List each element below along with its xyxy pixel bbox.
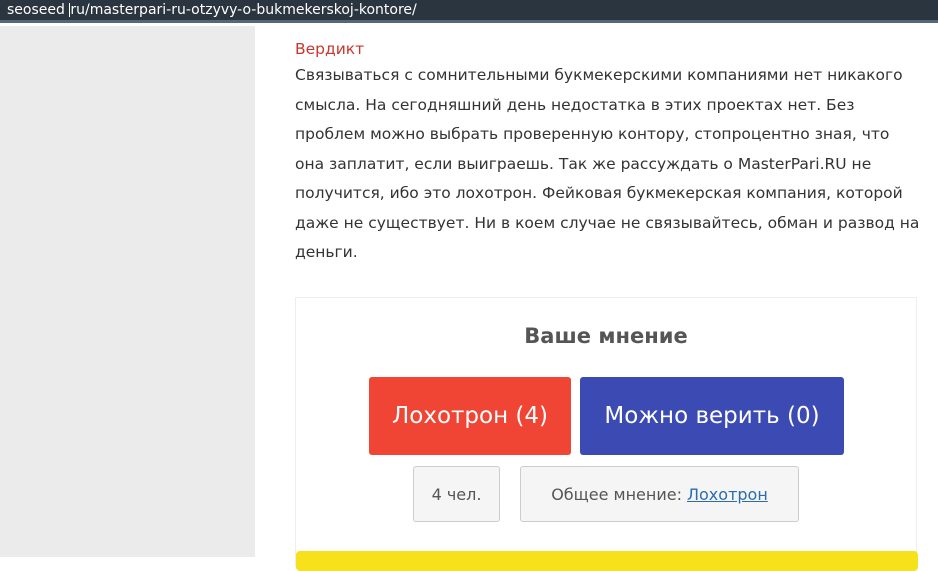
- url-path: ru/masterpari-ru-otzyvy-o-bukmekerskoj-k…: [70, 2, 417, 18]
- vote-scam-button[interactable]: Лохотрон (4): [369, 377, 571, 455]
- overall-opinion: Общее мнение: Лохотрон: [520, 466, 799, 522]
- opinion-poll: Ваше мнение Лохотрон (4) Можно верить (0…: [295, 297, 918, 571]
- votes-count: 4 чел.: [413, 466, 500, 522]
- verdict-heading: Вердикт: [295, 40, 365, 58]
- address-bar[interactable]: seoseed ru/masterpari-ru-otzyvy-o-bukmek…: [0, 0, 938, 23]
- vote-trust-button[interactable]: Можно верить (0): [580, 377, 844, 455]
- poll-title: Ваше мнение: [524, 324, 688, 348]
- overall-label: Общее мнение:: [551, 484, 682, 504]
- article-content: Вердикт Связываться с сомнительными букм…: [295, 38, 920, 268]
- yellow-banner: [296, 551, 918, 571]
- verdict-paragraph: Связываться с сомнительными букмекерским…: [295, 66, 920, 261]
- sidebar: [0, 26, 255, 557]
- url-host: seoseed: [7, 2, 70, 18]
- overall-value-link[interactable]: Лохотрон: [687, 485, 768, 504]
